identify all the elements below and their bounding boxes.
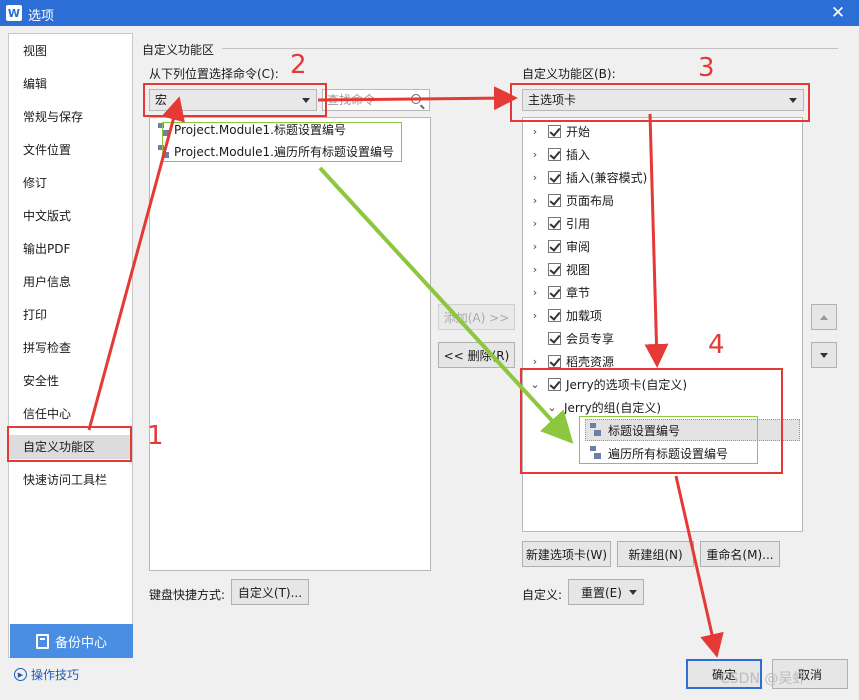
tab-label: 稻壳资源 xyxy=(566,354,615,369)
backup-center-label: 备份中心 xyxy=(54,635,107,651)
tab-label: 审阅 xyxy=(566,239,591,254)
tab-label: 会员专享 xyxy=(566,331,615,346)
tab-label: 开始 xyxy=(566,124,591,139)
sidebar-item-print[interactable]: 打印 xyxy=(9,303,132,327)
chevron-right-icon: › xyxy=(532,147,538,161)
tree-row-member[interactable]: 会员专享 xyxy=(528,327,614,349)
annotation-number-3: 3 xyxy=(698,53,715,83)
tab-checkbox[interactable] xyxy=(548,262,561,276)
chevron-right-icon: › xyxy=(532,193,538,207)
reset-dropdown[interactable]: 重置(E) xyxy=(568,579,644,605)
chevron-right-icon: › xyxy=(532,239,538,253)
tab-checkbox[interactable] xyxy=(548,216,561,230)
tab-checkbox[interactable] xyxy=(548,193,561,207)
tab-checkbox[interactable] xyxy=(548,170,561,184)
tab-checkbox[interactable] xyxy=(548,147,561,161)
move-up-button[interactable] xyxy=(811,304,837,330)
wps-app-icon: W xyxy=(6,5,22,21)
section-divider xyxy=(222,48,838,49)
annotation-number-4: 4 xyxy=(708,330,725,360)
search-placeholder: 查找命令 xyxy=(327,93,376,107)
tab-label: 视图 xyxy=(566,262,591,277)
tree-row-review[interactable]: › 审阅 xyxy=(528,235,590,257)
chevron-right-icon: › xyxy=(532,308,538,322)
play-circle-icon: ▶ xyxy=(14,668,27,681)
add-button[interactable]: 添加(A) >> xyxy=(438,304,515,330)
sidebar-item-export-pdf[interactable]: 输出PDF xyxy=(9,237,132,261)
reset-label: 重置(E) xyxy=(581,585,622,600)
tips-label: 操作技巧 xyxy=(31,668,80,682)
annotation-number-1: 1 xyxy=(147,421,164,451)
sidebar-item-general-save[interactable]: 常规与保存 xyxy=(9,105,132,129)
tab-label: 页面布局 xyxy=(566,193,615,208)
tree-row-addins[interactable]: › 加载项 xyxy=(528,304,602,326)
sidebar-item-view[interactable]: 视图 xyxy=(9,39,132,63)
tab-checkbox[interactable] xyxy=(548,331,561,345)
annotation-box-4 xyxy=(520,368,783,474)
chevron-right-icon: › xyxy=(532,170,538,184)
watermark: CSDN @吴虾 xyxy=(720,671,807,687)
tree-row-start[interactable]: › 开始 xyxy=(528,120,590,142)
annotation-green-box xyxy=(162,122,402,162)
choose-commands-label: 从下列位置选择命令(C): xyxy=(149,67,279,81)
sidebar-item-quick-access-toolbar[interactable]: 快速访问工具栏 xyxy=(9,468,132,492)
sidebar-item-file-location[interactable]: 文件位置 xyxy=(9,138,132,162)
arrow-up-icon xyxy=(820,314,828,320)
customize-label: 自定义: xyxy=(522,588,563,602)
arrow-down-icon xyxy=(820,352,828,358)
title-bar: W 选项 ✕ xyxy=(0,0,859,26)
tree-row-section[interactable]: › 章节 xyxy=(528,281,590,303)
tree-row-page-layout[interactable]: › 页面布局 xyxy=(528,189,614,211)
chevron-right-icon: › xyxy=(532,124,538,138)
tree-row-references[interactable]: › 引用 xyxy=(528,212,590,234)
search-command-input[interactable]: 查找命令 xyxy=(322,89,430,111)
shortcut-label: 键盘快捷方式: xyxy=(149,588,226,602)
chevron-down-icon xyxy=(629,590,637,595)
backup-icon xyxy=(35,633,49,649)
annotation-number-2: 2 xyxy=(290,50,307,80)
sidebar-item-revision[interactable]: 修订 xyxy=(9,171,132,195)
tab-checkbox[interactable] xyxy=(548,285,561,299)
sidebar-item-spell-check[interactable]: 拼写检查 xyxy=(9,336,132,360)
chevron-right-icon: › xyxy=(532,216,538,230)
chevron-right-icon: › xyxy=(532,262,538,276)
tips-link[interactable]: ▶ 操作技巧 xyxy=(14,666,79,683)
tree-row-insert[interactable]: › 插入 xyxy=(528,143,590,165)
search-icon xyxy=(411,94,421,104)
tab-checkbox[interactable] xyxy=(548,308,561,322)
ribbon-label: 自定义功能区(B): xyxy=(522,67,616,81)
tab-checkbox[interactable] xyxy=(548,239,561,253)
options-sidebar: 视图 编辑 常规与保存 文件位置 修订 中文版式 输出PDF 用户信息 打印 拼… xyxy=(8,33,133,658)
tree-row-view[interactable]: › 视图 xyxy=(528,258,590,280)
tab-label: 插入 xyxy=(566,147,591,162)
backup-center-button[interactable]: 备份中心 xyxy=(10,624,133,658)
new-group-button[interactable]: 新建组(N) xyxy=(617,541,694,567)
tab-label: 加载项 xyxy=(566,308,603,323)
customize-shortcut-button[interactable]: 自定义(T)... xyxy=(231,579,309,605)
tab-label: 章节 xyxy=(566,285,591,300)
annotation-box-3 xyxy=(510,83,810,122)
tab-label: 插入(兼容模式) xyxy=(566,170,648,185)
command-list[interactable] xyxy=(149,117,431,571)
close-icon[interactable]: ✕ xyxy=(827,2,849,24)
section-title: 自定义功能区 xyxy=(142,43,215,57)
sidebar-item-user-info[interactable]: 用户信息 xyxy=(9,270,132,294)
new-tab-button[interactable]: 新建选项卡(W) xyxy=(522,541,611,567)
sidebar-item-chinese-layout[interactable]: 中文版式 xyxy=(9,204,132,228)
chevron-right-icon: › xyxy=(532,354,538,368)
tab-label: 引用 xyxy=(566,216,591,231)
rename-button[interactable]: 重命名(M)... xyxy=(700,541,780,567)
move-down-button[interactable] xyxy=(811,342,837,368)
sidebar-item-trust-center[interactable]: 信任中心 xyxy=(9,402,132,426)
annotation-box-1 xyxy=(7,426,132,462)
remove-button[interactable]: << 删除(R) xyxy=(438,342,515,368)
tab-checkbox[interactable] xyxy=(548,124,561,138)
tree-row-insert-compat[interactable]: › 插入(兼容模式) xyxy=(528,166,647,188)
annotation-box-2 xyxy=(143,83,327,117)
sidebar-item-security[interactable]: 安全性 xyxy=(9,369,132,393)
sidebar-item-edit[interactable]: 编辑 xyxy=(9,72,132,96)
window-title: 选项 xyxy=(28,9,55,24)
tab-checkbox[interactable] xyxy=(548,354,561,368)
chevron-right-icon: › xyxy=(532,285,538,299)
